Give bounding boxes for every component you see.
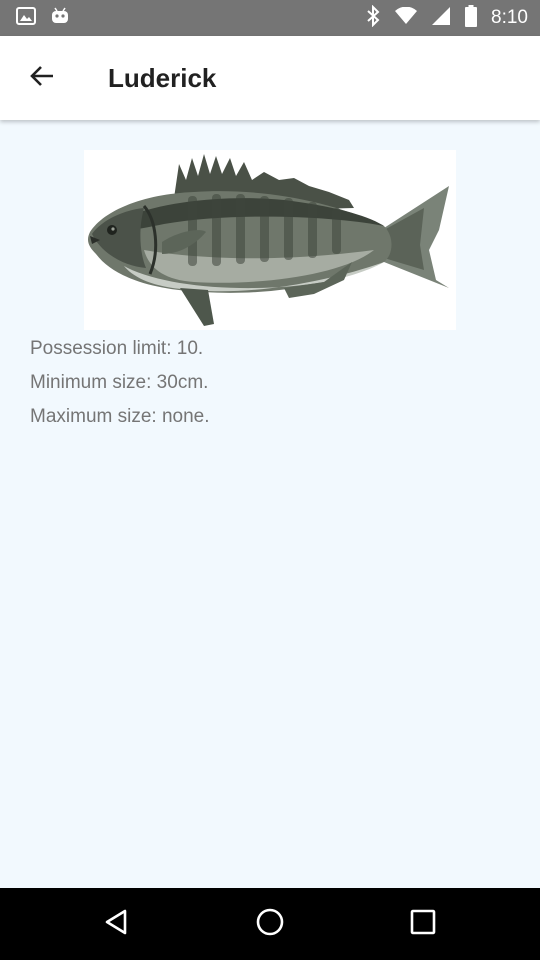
back-triangle-icon <box>103 908 131 941</box>
wifi-icon <box>395 6 418 30</box>
status-bar: 8:10 <box>0 0 540 36</box>
fish-image <box>84 150 456 330</box>
arrow-back-icon <box>28 62 56 95</box>
maximum-size-text: Maximum size: none. <box>30 406 210 427</box>
nav-recents-button[interactable] <box>393 894 453 954</box>
android-icon <box>50 6 70 31</box>
nav-home-button[interactable] <box>240 894 300 954</box>
gallery-icon <box>16 6 36 31</box>
bluetooth-icon <box>365 4 381 32</box>
status-left-group <box>16 6 70 31</box>
battery-icon <box>465 4 478 32</box>
fish-detail-content: Possession limit: 10. Minimum size: 30cm… <box>0 120 540 888</box>
minimum-size-text: Minimum size: 30cm. <box>30 372 209 393</box>
status-right-group: 8:10 <box>365 4 528 32</box>
page-title: Luderick <box>108 62 217 93</box>
recents-square-icon <box>410 909 436 940</box>
home-circle-icon <box>255 907 285 942</box>
nav-back-button[interactable] <box>87 894 147 954</box>
status-time: 8:10 <box>491 7 528 28</box>
navigation-bar <box>0 888 540 960</box>
back-button[interactable] <box>14 50 70 106</box>
signal-icon <box>431 6 451 31</box>
possession-limit-text: Possession limit: 10. <box>30 338 204 359</box>
app-bar: Luderick <box>0 36 540 120</box>
